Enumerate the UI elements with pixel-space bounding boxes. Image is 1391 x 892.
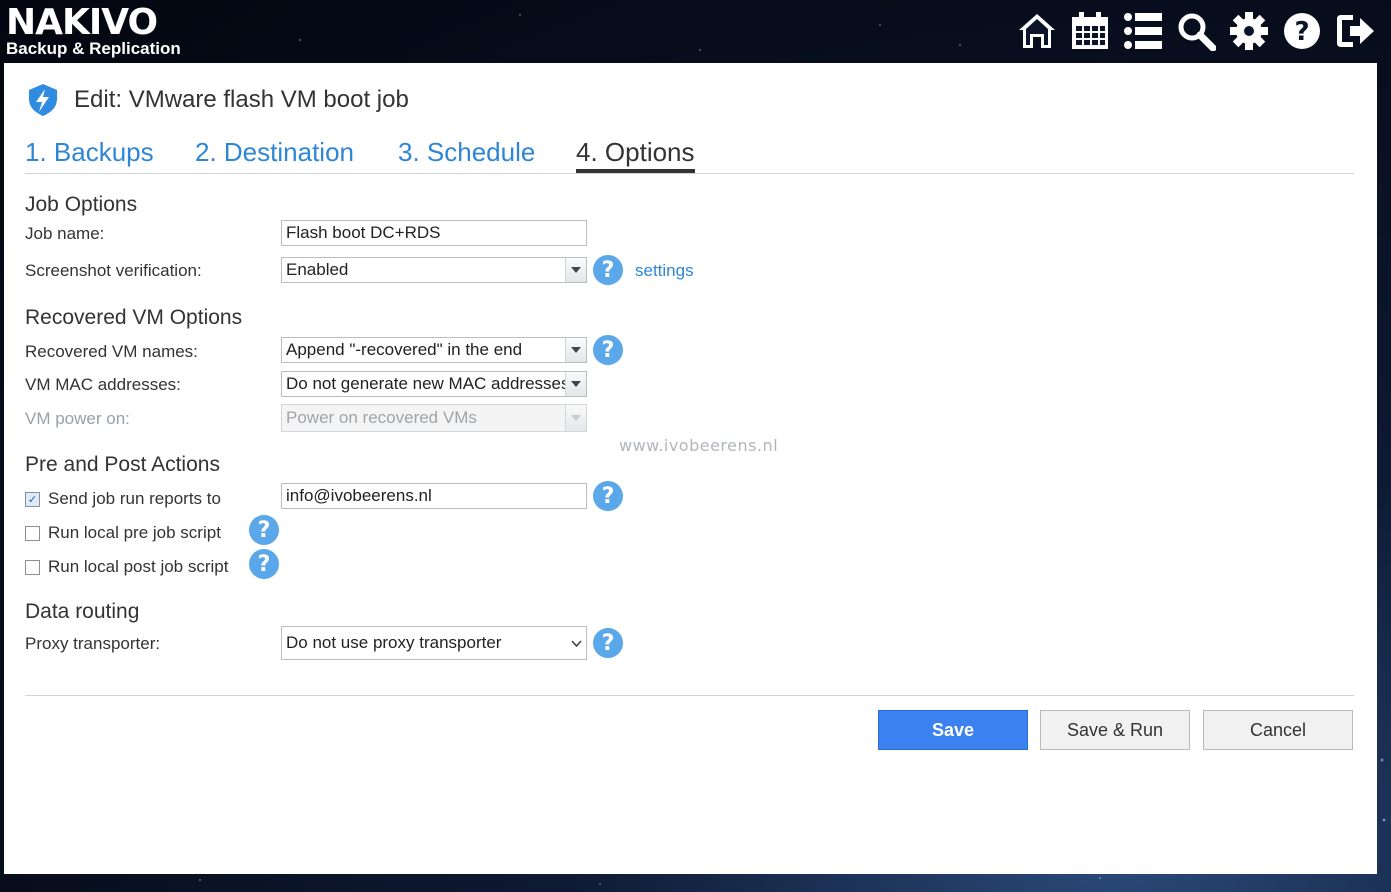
logout-icon[interactable]: [1335, 8, 1375, 54]
tab-destination[interactable]: 2. Destination: [195, 137, 354, 168]
gear-icon[interactable]: [1229, 8, 1269, 54]
job-options-heading: Job Options: [25, 193, 138, 216]
send-reports-label: Send job run reports to: [48, 489, 221, 508]
vm-mac-addresses-label: VM MAC addresses:: [25, 375, 181, 394]
home-icon[interactable]: [1017, 8, 1057, 54]
search-icon[interactable]: [1176, 8, 1216, 54]
screenshot-verification-value: Enabled: [286, 260, 349, 279]
screenshot-verification-label: Screenshot verification:: [25, 261, 202, 280]
vm-power-on-value: Power on recovered VMs: [286, 408, 477, 427]
data-routing-heading: Data routing: [25, 600, 140, 623]
pre-script-label: Run local pre job script: [48, 523, 221, 542]
tab-backups[interactable]: 1. Backups: [25, 137, 154, 168]
help-icon[interactable]: ?: [593, 481, 623, 511]
post-script-label: Run local post job script: [48, 557, 229, 576]
svg-text:?: ?: [1294, 17, 1309, 47]
screenshot-settings-link[interactable]: settings: [635, 261, 694, 281]
cancel-button[interactable]: Cancel: [1203, 710, 1353, 750]
save-and-run-button[interactable]: Save & Run: [1040, 710, 1190, 750]
proxy-transporter-select[interactable]: Do not use proxy transporter: [281, 626, 587, 660]
page-title: Edit: VMware flash VM boot job: [74, 86, 409, 113]
help-icon[interactable]: ?: [593, 628, 623, 658]
help-icon[interactable]: ?: [249, 549, 279, 579]
chevron-down-icon: [565, 338, 586, 362]
top-toolbar: ?: [1017, 8, 1375, 54]
post-script-row: Run local post job script: [25, 557, 228, 577]
recovered-vm-names-select[interactable]: Append "-recovered" in the end: [281, 337, 587, 363]
help-icon[interactable]: ?: [593, 255, 623, 285]
watermark-text: www.ivobeerens.nl: [619, 436, 779, 455]
chevron-down-icon: [565, 372, 586, 396]
chevron-down-icon: [565, 405, 586, 431]
send-reports-row: ✓ Send job run reports to: [25, 489, 221, 509]
chevron-down-icon: [566, 627, 586, 659]
vm-power-on-label: VM power on:: [25, 409, 130, 428]
help-icon[interactable]: ?: [1282, 8, 1322, 54]
vm-power-on-select: Power on recovered VMs: [281, 404, 587, 432]
vm-mac-addresses-select[interactable]: Do not generate new MAC addresses: [281, 371, 587, 397]
help-icon[interactable]: ?: [249, 515, 279, 545]
job-name-input[interactable]: Flash boot DC+RDS: [281, 220, 587, 246]
tab-schedule[interactable]: 3. Schedule: [398, 137, 535, 168]
chevron-down-icon: [565, 258, 586, 282]
wizard-tabs: 1. Backups 2. Destination 3. Schedule 4.…: [25, 135, 1354, 174]
vm-mac-addresses-value: Do not generate new MAC addresses: [286, 374, 570, 393]
recovered-vm-options-heading: Recovered VM Options: [25, 306, 243, 329]
help-icon[interactable]: ?: [593, 335, 623, 365]
pre-script-row: Run local pre job script: [25, 523, 221, 543]
list-icon[interactable]: [1123, 8, 1163, 54]
nakivo-logo[interactable]: NAKIVO Backup & Replication: [6, 4, 181, 58]
send-reports-checkbox[interactable]: ✓: [25, 491, 40, 507]
proxy-transporter-label: Proxy transporter:: [25, 634, 161, 653]
title-row: Edit: VMware flash VM boot job: [26, 83, 409, 117]
edit-job-panel: Edit: VMware flash VM boot job 1. Backup…: [4, 63, 1377, 874]
proxy-transporter-value: Do not use proxy transporter: [286, 633, 502, 652]
pre-script-checkbox[interactable]: [25, 525, 40, 541]
screenshot-verification-select[interactable]: Enabled: [281, 257, 587, 283]
logo-sub-text: Backup & Replication: [6, 39, 181, 58]
pre-post-actions-heading: Pre and Post Actions: [25, 453, 220, 476]
flash-shield-icon: [29, 84, 57, 116]
calendar-icon[interactable]: [1070, 8, 1110, 54]
footer-divider: [25, 695, 1354, 696]
tab-options[interactable]: 4. Options: [576, 137, 695, 173]
recovered-vm-names-label: Recovered VM names:: [25, 342, 198, 361]
send-reports-email-input[interactable]: info@ivobeerens.nl: [281, 483, 587, 509]
recovered-vm-names-value: Append "-recovered" in the end: [286, 340, 523, 359]
logo-main-text: NAKIVO: [6, 2, 158, 43]
save-button[interactable]: Save: [878, 710, 1028, 750]
job-name-label: Job name:: [25, 224, 105, 243]
post-script-checkbox[interactable]: [25, 559, 40, 575]
